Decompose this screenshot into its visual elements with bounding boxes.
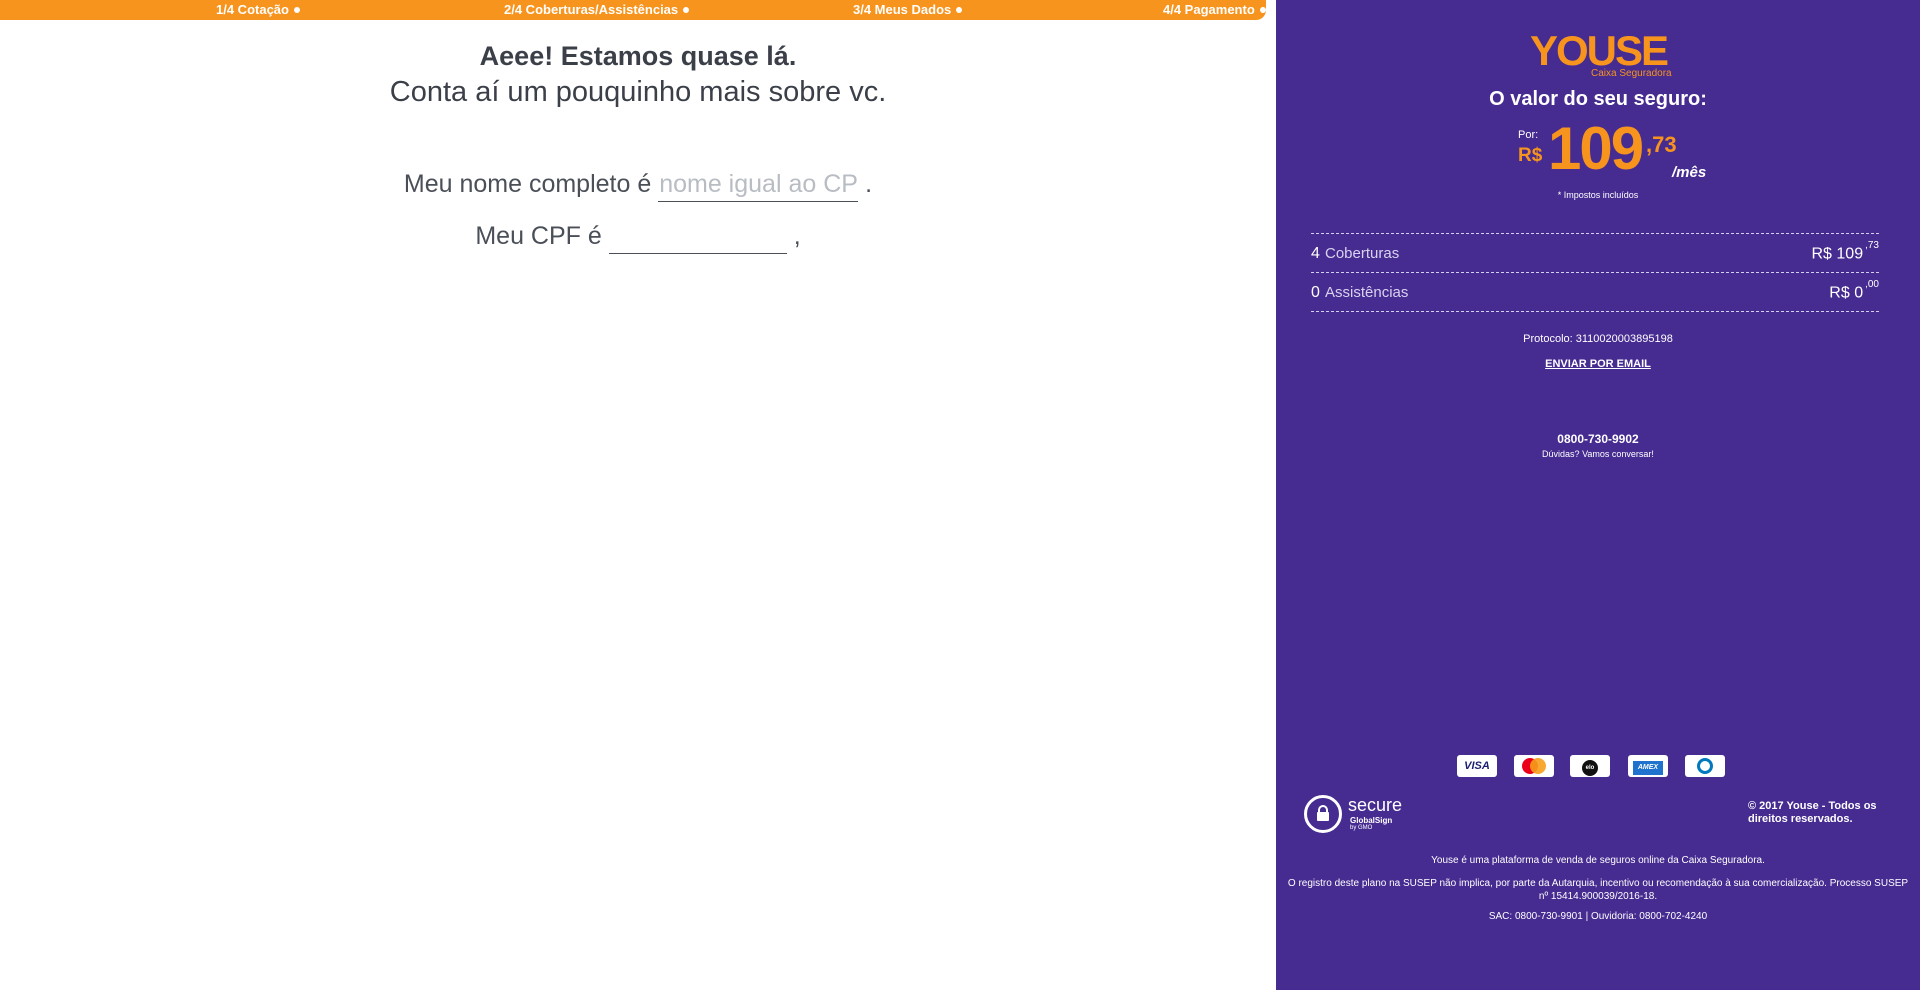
support-phone: 0800-730-9902 <box>1557 432 1639 446</box>
price-display: Por: R$ 109 ,73 /mês <box>1518 115 1758 186</box>
price-summary: 4 Coberturas R$ 109,73 0 Assistências R$… <box>1311 233 1879 312</box>
progress-bar: 1/4 Cotação 2/4 Coberturas/Assistências … <box>0 0 1266 20</box>
protocol-number: Protocolo: 3110020003895198 <box>1523 333 1673 345</box>
elo-badge: elo <box>1582 760 1598 776</box>
diners-icon <box>1685 755 1725 777</box>
progress-step-cotacao[interactable]: 1/4 Cotação <box>216 2 300 18</box>
cpf-row: Meu CPF é , <box>0 222 1276 254</box>
full-name-input[interactable] <box>658 170 859 202</box>
progress-step-pagamento[interactable]: 4/4 Pagamento <box>1163 2 1266 18</box>
logo-subtitle: Caixa Seguradora <box>1591 68 1672 79</box>
logo-word: YOUSE <box>1530 27 1669 74</box>
step-dot-icon <box>683 6 690 13</box>
copyright: © 2017 Youse - Todos os direitos reserva… <box>1748 800 1877 825</box>
visa-icon: VISA <box>1457 755 1497 777</box>
payment-cards: VISA elo AMEX <box>1457 755 1757 777</box>
price-sidebar: YOUSE Caixa Seguradora O valor do seu se… <box>1276 0 1920 990</box>
progress-step-meus-dados[interactable]: 3/4 Meus Dados <box>853 2 963 18</box>
summary-count: 0 <box>1311 284 1320 301</box>
summary-label: Assistências <box>1325 284 1409 301</box>
price-title: O valor do seu seguro: <box>1489 88 1707 110</box>
summary-amount: R$ 109 <box>1811 245 1864 263</box>
summary-value: R$ 0,00 <box>1829 279 1879 302</box>
cpf-suffix: , <box>793 222 801 250</box>
summary-cents: ,73 <box>1865 240 1879 251</box>
summary-value: R$ 109,73 <box>1811 240 1880 263</box>
step-dot-icon <box>1259 6 1266 13</box>
summary-cents: ,00 <box>1865 279 1879 290</box>
summary-count: 4 <box>1311 245 1320 262</box>
price-unit: /mês <box>1672 164 1707 181</box>
price-currency: R$ <box>1518 145 1543 166</box>
progress-step-coberturas[interactable]: 2/4 Coberturas/Assistências <box>504 2 690 18</box>
progress-step-label: 4/4 Pagamento <box>1163 2 1255 17</box>
progress-step-label: 3/4 Meus Dados <box>853 2 952 17</box>
mastercard-yellow-circle <box>1530 758 1546 774</box>
amex-icon: AMEX <box>1628 755 1668 777</box>
footer-contacts: SAC: 0800-730-9901 | Ouvidoria: 0800-702… <box>1488 911 1708 922</box>
name-suffix: . <box>865 170 873 198</box>
summary-label: Coberturas <box>1325 245 1400 262</box>
step-dot-icon <box>293 6 300 13</box>
diners-badge <box>1697 758 1713 774</box>
secure-brand: GlobalSign <box>1350 816 1393 825</box>
price-prefix: Por: <box>1518 129 1539 141</box>
send-email-link[interactable]: ENVIAR POR EMAIL <box>1276 358 1920 370</box>
taxes-note: * Impostos incluídos <box>1557 190 1639 200</box>
step-dot-icon <box>956 6 963 13</box>
page-title: Aeee! Estamos quase lá. <box>479 41 797 71</box>
mastercard-icon <box>1514 755 1554 777</box>
footer-about: Youse é uma plataforma de venda de segur… <box>1431 855 1765 866</box>
secure-word: secure <box>1348 795 1403 815</box>
name-label: Meu nome completo é <box>403 170 652 198</box>
name-row: Meu nome completo é . <box>0 170 1276 202</box>
price-cents: ,73 <box>1646 132 1677 157</box>
secure-seal[interactable]: secure GlobalSign by GMO <box>1304 795 1414 835</box>
page-subtitle: Conta aí um pouquinho mais sobre vc. <box>389 76 887 108</box>
cpf-label: Meu CPF é <box>475 222 602 250</box>
youse-logo: YOUSE Caixa Seguradora <box>1530 27 1672 82</box>
cpf-input[interactable] <box>608 222 787 254</box>
lock-icon <box>1317 805 1329 821</box>
price-integer: 109 <box>1548 115 1644 182</box>
summary-amount: R$ 0 <box>1829 284 1864 302</box>
support-tagline: Dúvidas? Vamos conversar! <box>1542 449 1654 459</box>
summary-row-coberturas: 4 Coberturas R$ 109,73 <box>1311 234 1879 273</box>
secure-gmo: by GMO <box>1350 825 1373 831</box>
progress-step-label: 1/4 Cotação <box>216 2 289 17</box>
summary-row-assistencias: 0 Assistências R$ 0,00 <box>1311 273 1879 312</box>
main-content: Aeee! Estamos quase lá. Conta aí um pouq… <box>0 20 1276 990</box>
amex-badge: AMEX <box>1633 761 1663 775</box>
elo-icon: elo <box>1570 755 1610 777</box>
progress-step-label: 2/4 Coberturas/Assistências <box>504 2 679 17</box>
footer-susep-notice: O registro deste plano na SUSEP não impl… <box>1287 878 1909 902</box>
